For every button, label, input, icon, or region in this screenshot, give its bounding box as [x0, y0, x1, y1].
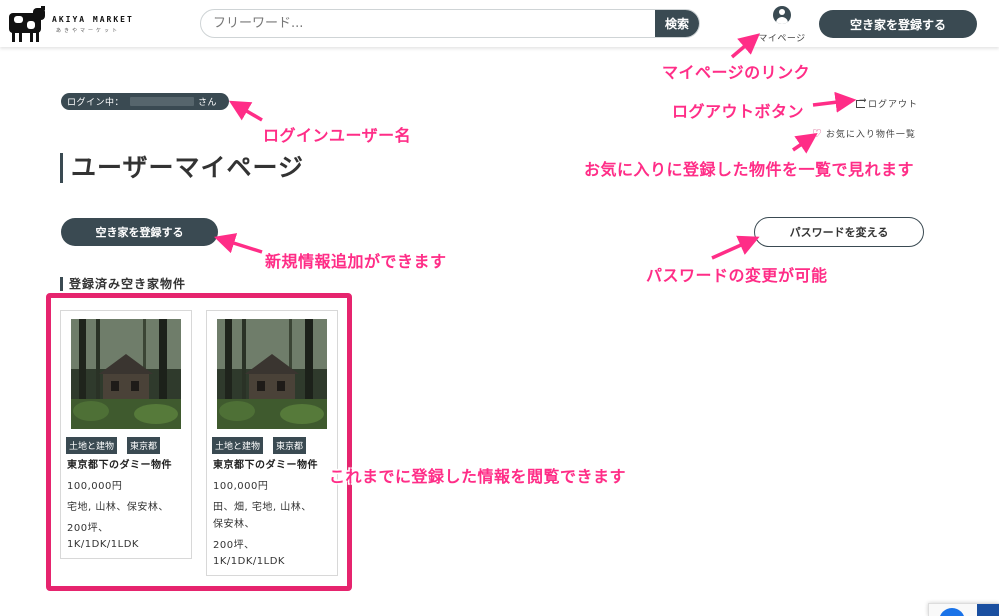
annotation-add-new: 新規情報追加ができます	[265, 252, 447, 271]
logo-text: AKIYA MARKET	[52, 15, 134, 24]
listing-detail: 1K/1DK/1LDK	[213, 556, 285, 567]
arrow-login-user	[228, 100, 263, 122]
tag-category[interactable]: 土地と建物	[212, 437, 264, 454]
search-input[interactable]	[201, 10, 657, 37]
listing-photo	[71, 319, 181, 429]
listing-price: 100,000円	[213, 481, 269, 492]
recaptcha-tab	[977, 604, 999, 616]
header-register-button[interactable]: 空き家を登録する	[819, 10, 977, 38]
mypage-link[interactable]: マイページ	[752, 6, 812, 45]
annotation-favorites: お気に入りに登録した物件を一覧で見れます	[584, 160, 915, 179]
logout-button[interactable]: ログアウト	[856, 96, 919, 110]
login-status-badge: ログイン中： さん	[61, 93, 229, 110]
mypage-label: マイページ	[758, 34, 806, 44]
annotation-mypage: マイページのリンク	[662, 63, 811, 82]
favorites-link[interactable]: ♡ お気に入り物件一覧	[812, 127, 916, 140]
listing-photo	[217, 319, 327, 429]
listing-detail: 200坪、	[213, 540, 255, 551]
arrow-add-new	[213, 233, 263, 254]
forest-house-image	[217, 319, 327, 429]
recaptcha-badge[interactable]	[928, 603, 999, 616]
cow-logo-icon	[9, 6, 45, 42]
listing-card[interactable]: 土地と建物 東京都 東京都下のダミー物件 100,000円 田、畑, 宅地, 山林…	[206, 310, 338, 576]
site-logo[interactable]: AKIYA MARKET あきやマーケット	[5, 3, 145, 45]
listing-card[interactable]: 土地と建物 東京都 東京都下のダミー物件 100,000円 宅地, 山林、保安林、…	[60, 310, 192, 559]
change-password-button[interactable]: パスワードを変える	[754, 217, 924, 247]
arrow-logout	[812, 91, 857, 113]
search-button[interactable]: 検索	[655, 10, 699, 37]
page-title: ユーザーマイページ	[60, 153, 304, 183]
search-bar: 検索	[200, 9, 700, 38]
section-title-registered: 登録済み空き家物件	[60, 277, 186, 291]
tag-prefecture[interactable]: 東京都	[127, 437, 161, 454]
listing-detail: 1K/1DK/1LDK	[67, 539, 139, 550]
login-suffix: さん	[198, 98, 218, 108]
forest-house-image	[71, 319, 181, 429]
listing-detail: 田、畑, 宅地, 山林、	[213, 502, 312, 513]
register-listing-button[interactable]: 空き家を登録する	[61, 218, 218, 246]
logo-subtext: あきやマーケット	[56, 28, 121, 34]
listing-detail: 宅地, 山林、保安林、	[67, 502, 169, 513]
annotation-login-user: ログインユーザー名	[263, 126, 412, 145]
listing-detail: 保安林、	[213, 519, 255, 530]
tag-prefecture[interactable]: 東京都	[273, 437, 307, 454]
annotation-view-registered: これまでに登録した情報を閲覧できます	[329, 467, 627, 486]
arrow-favorites	[792, 133, 818, 154]
site-header: AKIYA MARKET あきやマーケット 検索 マイページ 空き家を登録する	[0, 0, 999, 47]
masked-username	[130, 97, 195, 106]
logout-label: ログアウト	[868, 100, 919, 110]
listing-name[interactable]: 東京都下のダミー物件	[213, 456, 318, 471]
user-icon	[773, 6, 791, 24]
tag-category[interactable]: 土地と建物	[66, 437, 118, 454]
listing-detail: 200坪、	[67, 523, 109, 534]
logout-icon	[856, 96, 868, 108]
listing-price: 100,000円	[67, 481, 123, 492]
arrow-password	[711, 235, 760, 260]
recaptcha-icon	[939, 608, 965, 616]
listing-name[interactable]: 東京都下のダミー物件	[67, 456, 172, 471]
login-prefix: ログイン中：	[67, 98, 125, 108]
favorites-label: お気に入り物件一覧	[825, 130, 916, 140]
annotation-password: パスワードの変更が可能	[646, 266, 828, 285]
listing-tags: 土地と建物 東京都	[212, 434, 316, 454]
annotation-logout: ログアウトボタン	[672, 102, 805, 121]
heart-icon: ♡	[812, 127, 823, 140]
listing-tags: 土地と建物 東京都	[66, 434, 170, 454]
